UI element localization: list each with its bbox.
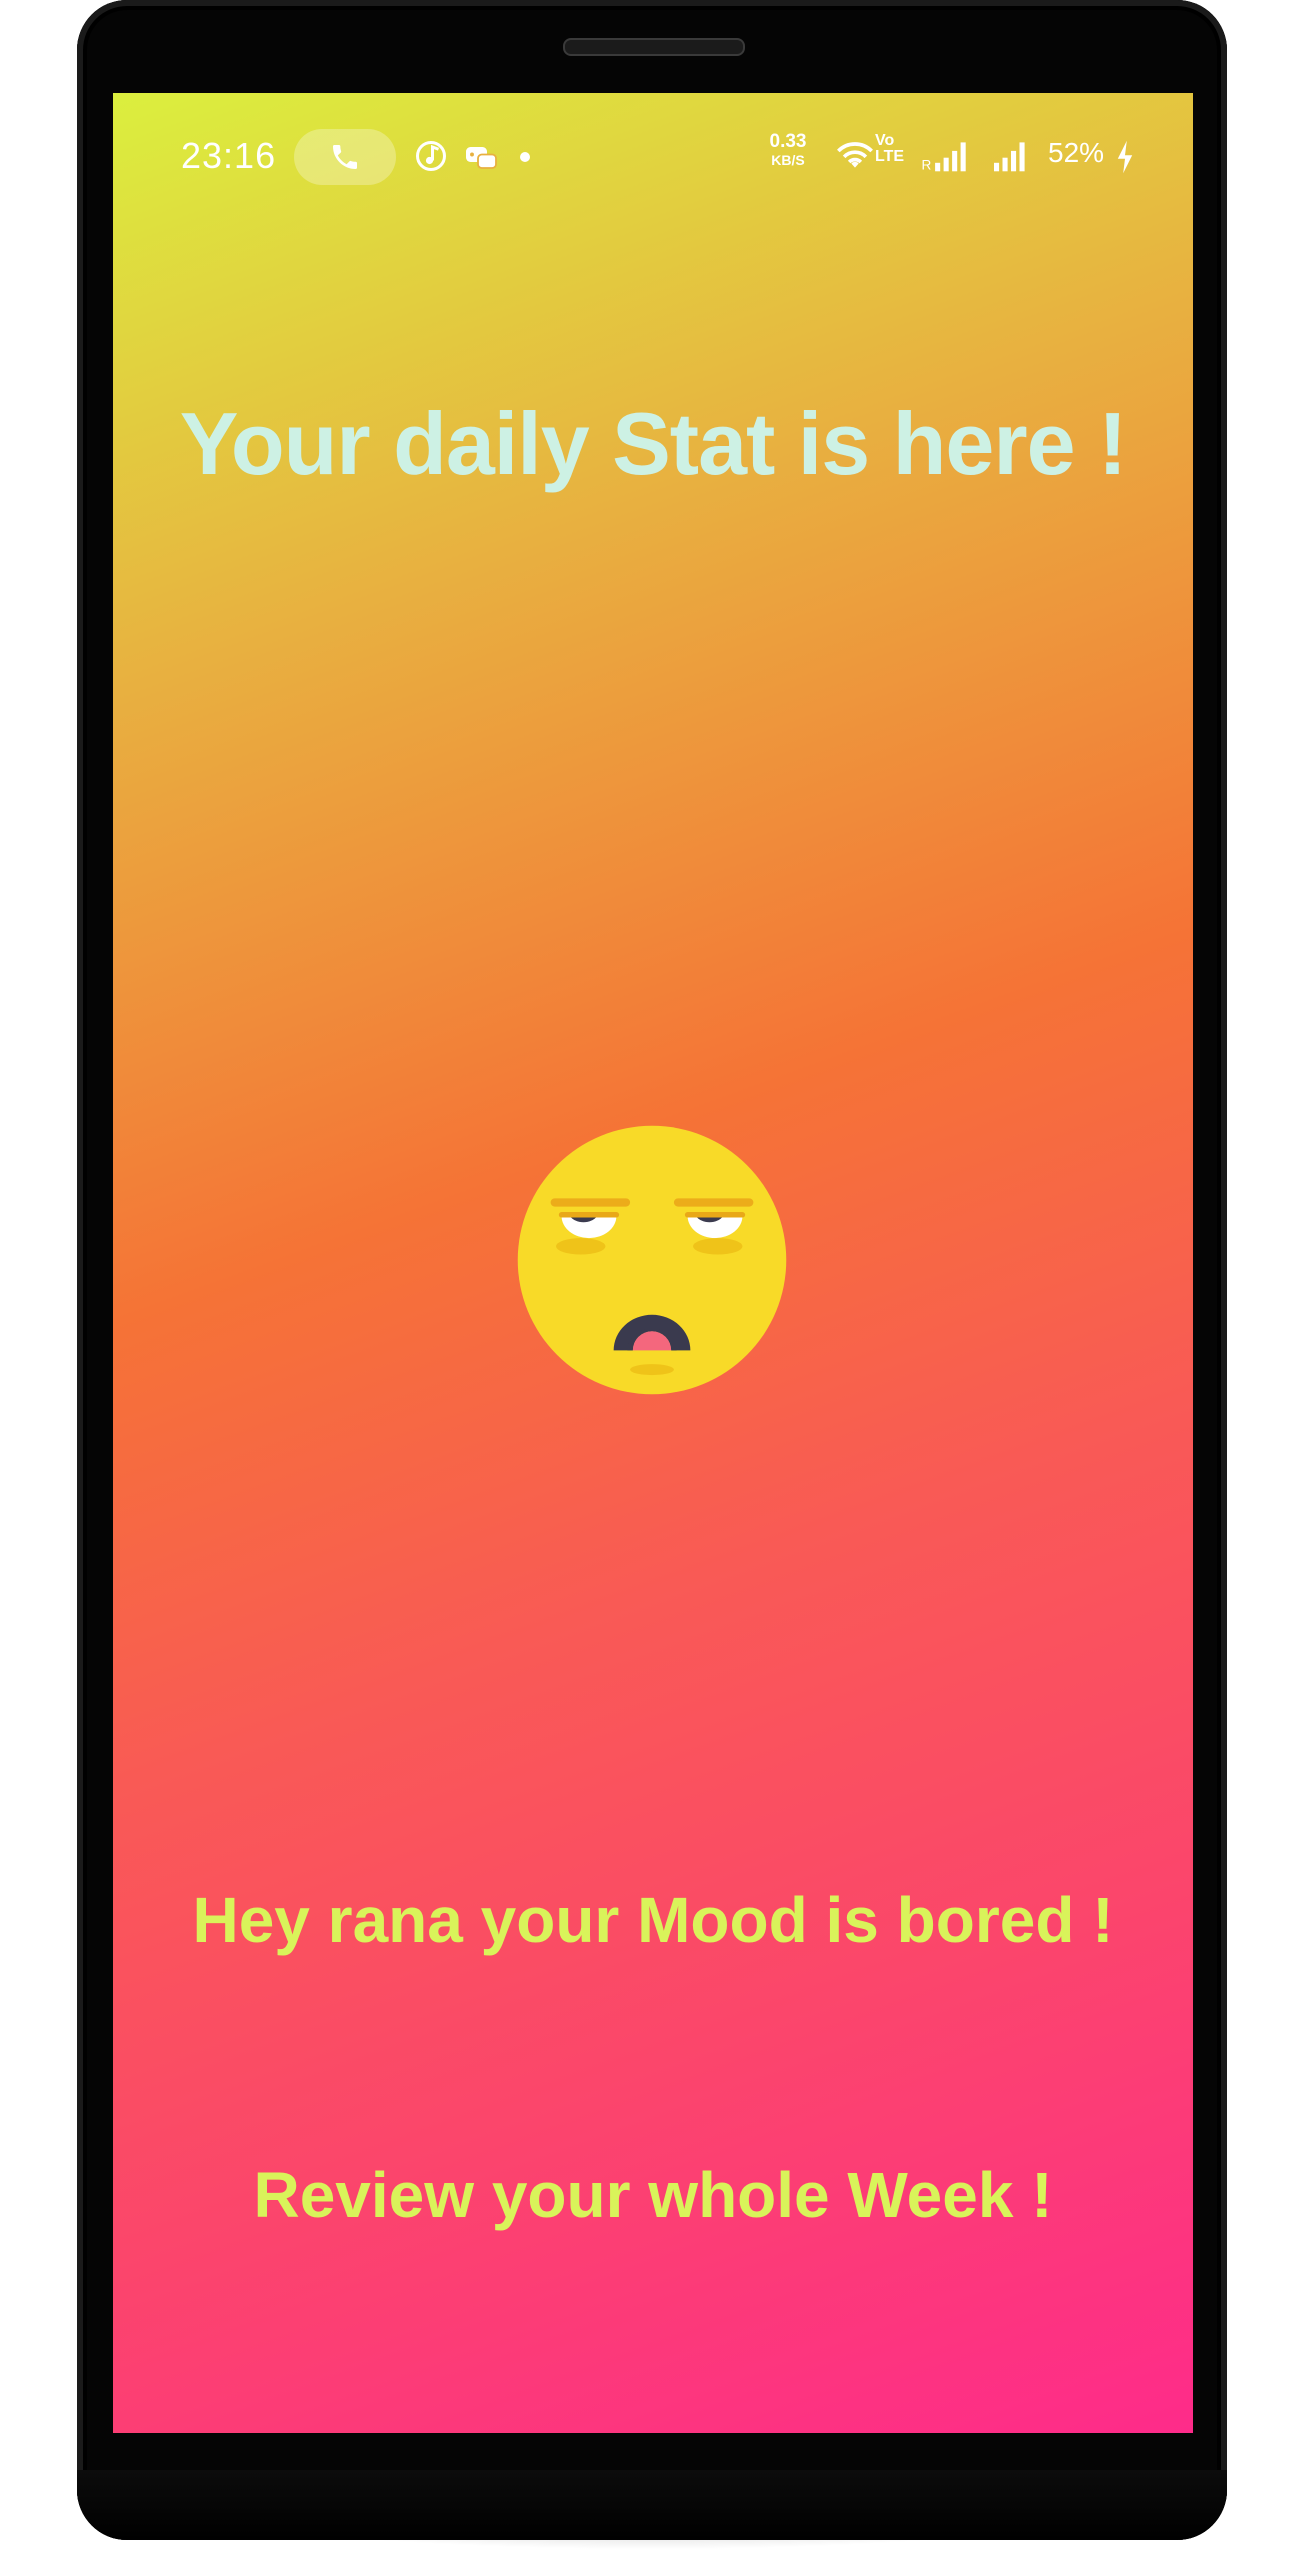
- battery-percentage: 52%: [1048, 137, 1105, 168]
- dot-icon: [520, 152, 530, 162]
- bored-face-icon: [517, 1125, 787, 1395]
- network-speed-unit: KB/S: [771, 152, 805, 168]
- charging-icon: [1117, 140, 1133, 174]
- ongoing-call-chip[interactable]: [294, 129, 396, 185]
- wifi-icon: [837, 142, 873, 168]
- review-week-button[interactable]: Review your whole Week !: [113, 2158, 1193, 2232]
- phone-speaker: [563, 38, 745, 56]
- network-speed-value: 0.33: [769, 131, 807, 152]
- volte-indicator: Vo LTE: [875, 133, 904, 165]
- signal-icon-2: [994, 142, 1025, 172]
- volte-label: Vo LTE: [875, 132, 905, 165]
- phone-call-icon: [333, 145, 357, 169]
- svg-text:R: R: [922, 158, 932, 173]
- network-speed: 0.33 KB/S: [753, 131, 823, 169]
- signal-icon: R: [922, 142, 966, 173]
- phone-chin: [77, 2470, 1227, 2540]
- game-icon: [466, 147, 497, 169]
- device-mockup: 23:16 0.33 KB/S Vo LTE R 52% Your daily …: [0, 0, 1305, 2550]
- page-title: Your daily Stat is here !: [179, 394, 1128, 493]
- music-icon: [416, 141, 446, 171]
- status-bar: 23:16 0.33 KB/S Vo LTE R 52%: [113, 93, 1193, 185]
- app-screen: 23:16 0.33 KB/S Vo LTE R 52% Your daily …: [113, 93, 1193, 2433]
- mood-message: Hey rana your Mood is bored !: [192, 1884, 1114, 1956]
- status-time: 23:16: [181, 135, 277, 176]
